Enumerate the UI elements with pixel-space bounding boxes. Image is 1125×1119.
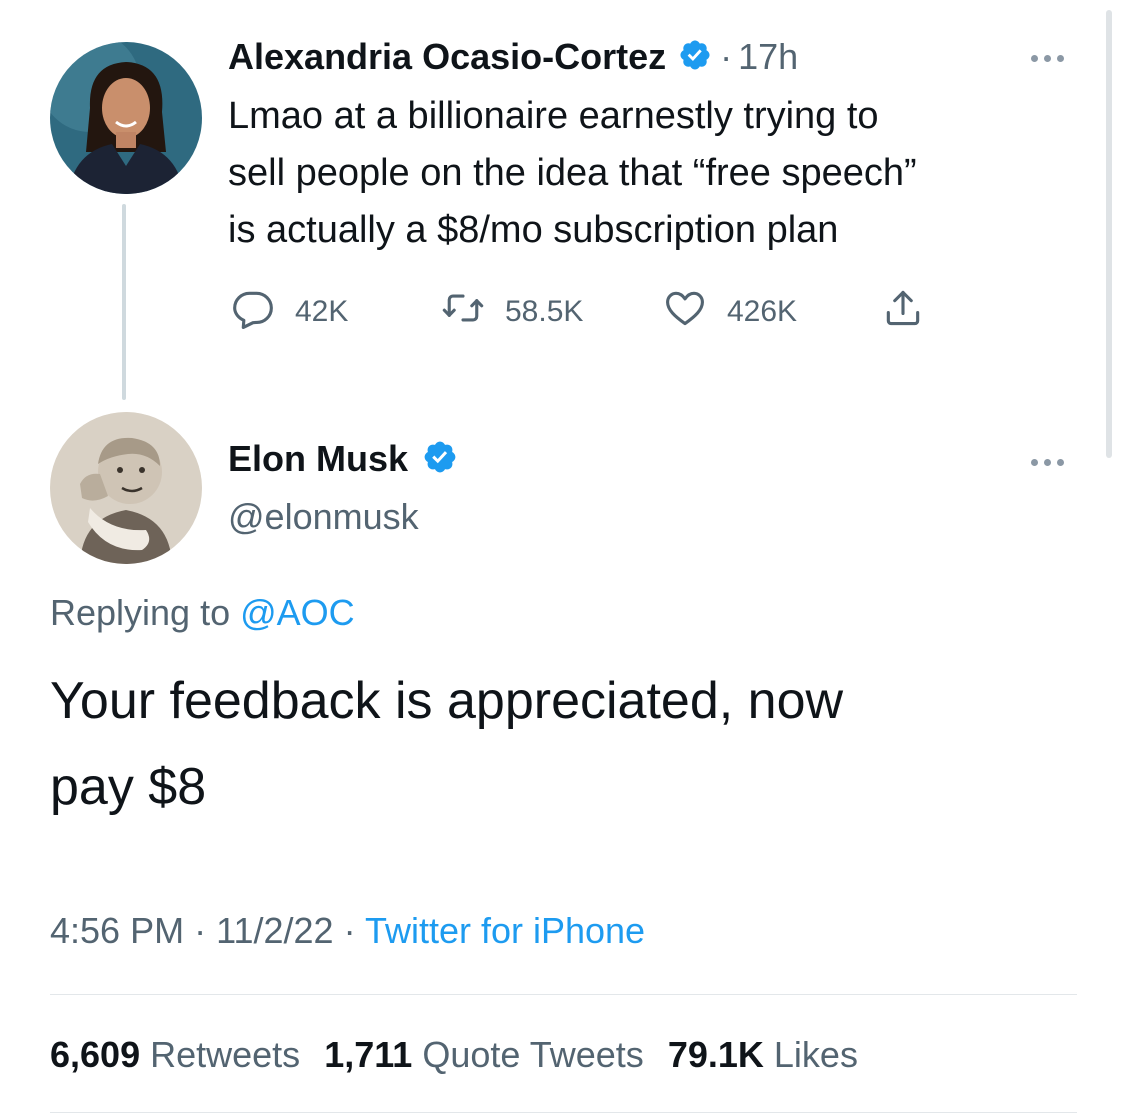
retweet-count: 58.5K [505, 295, 584, 328]
quotes-count: 1,711 [324, 1034, 413, 1075]
tweet-line: Lmao at a billionaire earnestly trying t… [228, 95, 879, 137]
heart-icon [663, 286, 727, 338]
retweets-count: 6,609 [50, 1034, 141, 1075]
tweet-line: pay $8 [50, 758, 207, 816]
replying-to: Replying to @AOC [50, 592, 355, 634]
aoc-avatar[interactable] [50, 42, 202, 194]
tweet-timestamp: 4:56 PM · 11/2/22 · Twitter for iPhone [50, 910, 645, 952]
tweet2-header: Elon Musk [228, 438, 458, 480]
retweet-icon [441, 286, 505, 338]
author-handle[interactable]: @elonmusk [228, 496, 419, 538]
quote-tweets-stat[interactable]: 1,711 Quote Tweets [324, 1034, 644, 1075]
retweets-label: Retweets [150, 1034, 301, 1075]
tweet-time[interactable]: 17h [738, 36, 798, 78]
tweet-time[interactable]: 4:56 PM [50, 910, 184, 951]
reply-count: 42K [295, 295, 349, 328]
share-icon [881, 286, 945, 338]
tweet-stats: 6,609 Retweets 1,711 Quote Tweets 79.1K … [50, 1034, 858, 1076]
retweets-stat[interactable]: 6,609 Retweets [50, 1034, 300, 1075]
likes-stat[interactable]: 79.1K Likes [668, 1034, 858, 1075]
scrollbar[interactable] [1106, 10, 1112, 458]
likes-label: Likes [773, 1034, 858, 1075]
elon-avatar[interactable] [50, 412, 202, 564]
tweet-line: sell people on the idea that “free speec… [228, 152, 917, 194]
verified-badge-icon [422, 439, 458, 480]
author-name[interactable]: Alexandria Ocasio-Cortez [228, 36, 666, 78]
tweet1-header: Alexandria Ocasio-Cortez · 17h [228, 36, 798, 78]
tweet1-actions: 42K 58.5K 426K [231, 286, 945, 338]
tweet2-text: Your feedback is appreciated, now pay $8 [50, 658, 843, 830]
tweet-date[interactable]: 11/2/22 [216, 910, 333, 951]
retweet-button[interactable]: 58.5K [441, 286, 663, 338]
tweet1-text: Lmao at a billionaire earnestly trying t… [228, 88, 917, 259]
divider [50, 1112, 1077, 1113]
more-icon[interactable] [1031, 55, 1064, 62]
timestamp-separator: · [343, 910, 356, 951]
more-icon[interactable] [1031, 459, 1064, 466]
quotes-label: Quote Tweets [422, 1034, 644, 1075]
tweet-line: is actually a $8/mo subscription plan [228, 209, 839, 251]
share-button[interactable] [881, 286, 945, 338]
tweet-source-link[interactable]: Twitter for iPhone [365, 910, 645, 951]
thread-connector [122, 204, 126, 400]
likes-count: 79.1K [667, 1034, 764, 1075]
timestamp-separator: · [194, 910, 207, 951]
reply-button[interactable]: 42K [231, 286, 441, 338]
replying-prefix: Replying to [50, 592, 231, 633]
tweet-line: Your feedback is appreciated, now [50, 672, 844, 730]
reply-icon [231, 286, 295, 338]
like-button[interactable]: 426K [663, 286, 881, 338]
verified-badge-icon [678, 38, 712, 77]
like-count: 426K [727, 295, 798, 328]
author-name[interactable]: Elon Musk [228, 438, 408, 480]
replying-handle-link[interactable]: @AOC [240, 592, 355, 633]
meta-separator: · [720, 36, 733, 77]
divider [50, 994, 1077, 995]
